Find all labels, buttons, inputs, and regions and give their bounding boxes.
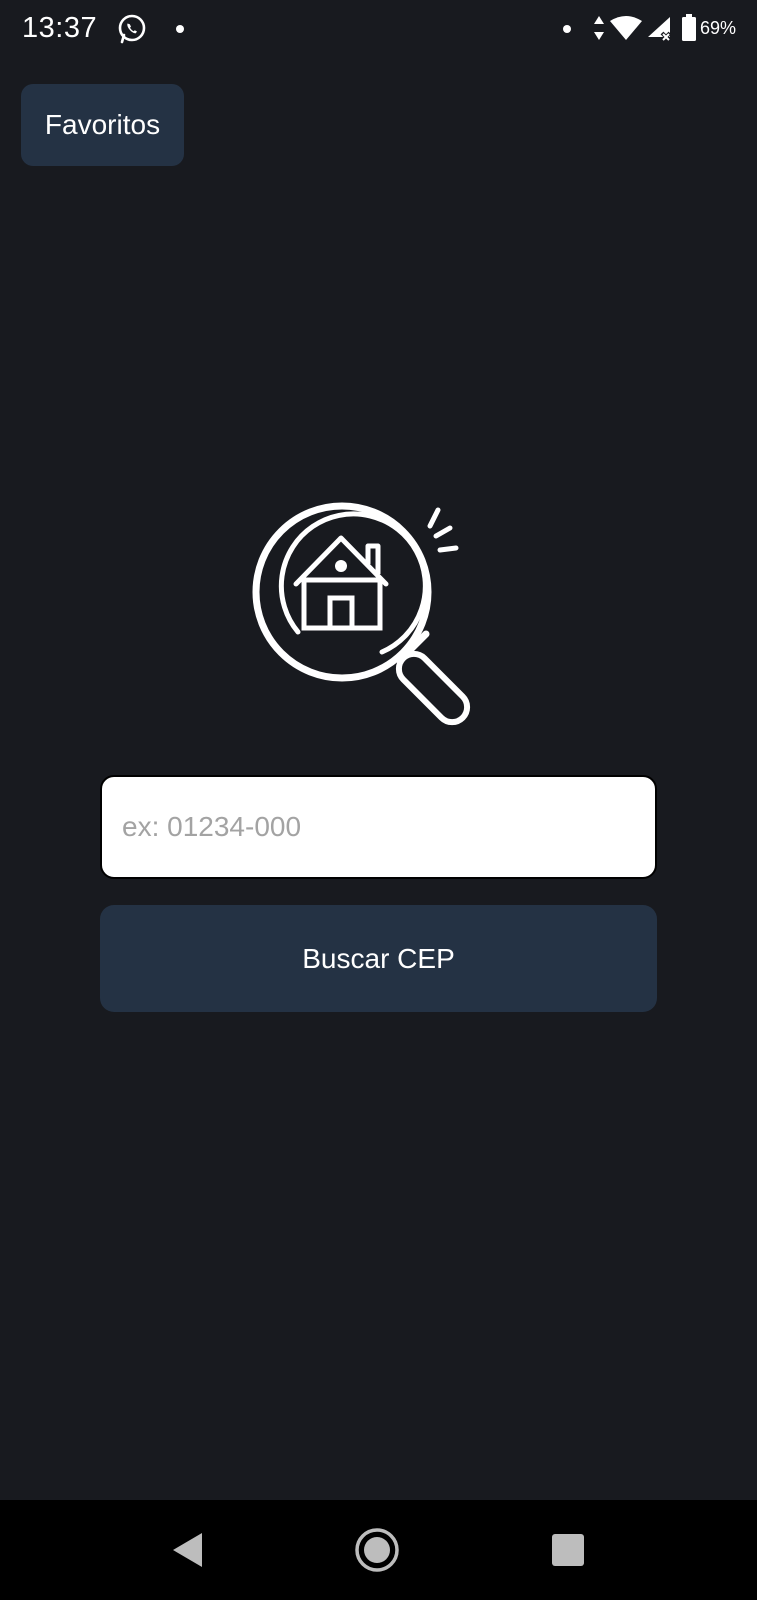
signal-icon <box>648 17 672 43</box>
search-cep-button[interactable]: Buscar CEP <box>100 905 657 1012</box>
battery-icon <box>682 14 696 41</box>
notification-dot-icon <box>176 25 184 33</box>
favorites-button[interactable]: Favoritos <box>21 84 184 166</box>
notification-dot-icon <box>563 25 571 33</box>
cep-input[interactable] <box>102 777 655 877</box>
battery-percent: 69% <box>700 18 737 38</box>
home-icon[interactable] <box>354 1527 400 1573</box>
status-bar: 13:37 69% <box>0 0 757 58</box>
whatsapp-icon <box>118 14 146 44</box>
cep-input-container <box>100 775 657 879</box>
status-time: 13:37 <box>22 12 98 44</box>
wifi-icon <box>610 16 642 40</box>
app-screen: 13:37 69% Favoritos ex: 01234-000 Buscar… <box>0 0 757 1600</box>
house-search-icon <box>252 502 471 726</box>
navigation-bar <box>0 1500 757 1600</box>
recents-icon[interactable] <box>551 1533 585 1567</box>
back-icon[interactable] <box>170 1530 206 1570</box>
data-arrows-icon <box>594 16 604 40</box>
